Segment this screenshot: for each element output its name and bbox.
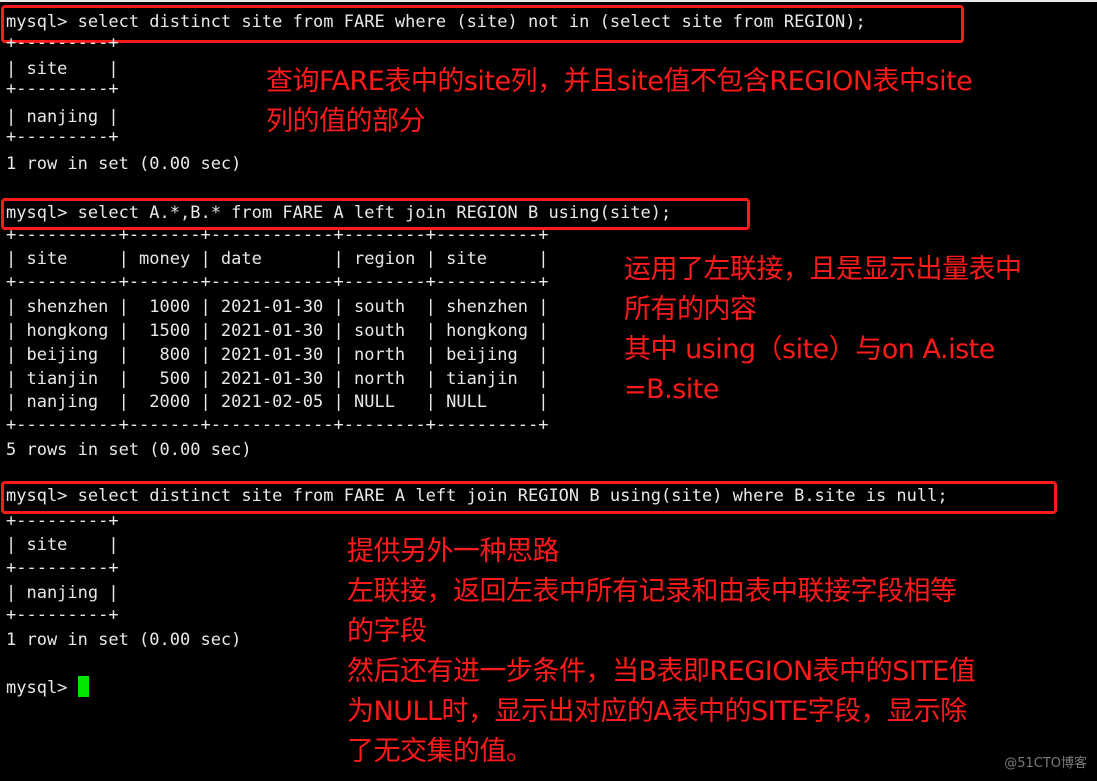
output-line: +---------+ <box>6 33 119 53</box>
output-line: +---------+ <box>6 605 119 625</box>
table-row: | nanjing | 2000 | 2021-02-05 | NULL | N… <box>6 392 549 412</box>
table-border: +----------+-------+------------+-------… <box>6 415 549 435</box>
watermark: @51CTO博客 <box>1004 756 1087 771</box>
annotation-query-1: 查询FARE表中的site列，并且site值不包含REGION表中site 列的… <box>266 66 973 137</box>
command-line-query-2: mysql> select A.*,B.* from FARE A left j… <box>6 203 672 223</box>
output-line: | site | <box>6 59 119 79</box>
output-line: +---------+ <box>6 127 119 147</box>
table-row: | tianjin | 500 | 2021-01-30 | north | t… <box>6 369 549 389</box>
result-summary: 5 rows in set (0.00 sec) <box>6 440 252 460</box>
text-cursor <box>77 676 89 697</box>
output-line: +---------+ <box>6 511 119 531</box>
command-prompt[interactable]: mysql> <box>6 676 89 700</box>
prompt-label: mysql> <box>6 678 78 698</box>
table-row: | beijing | 800 | 2021-01-30 | north | b… <box>6 345 549 365</box>
output-line: | nanjing | <box>6 107 119 127</box>
command-line-query-1: mysql> select distinct site from FARE wh… <box>6 12 866 32</box>
table-border: +----------+-------+------------+-------… <box>6 272 549 292</box>
command-line-query-3: mysql> select distinct site from FARE A … <box>6 486 948 506</box>
table-header-row: | site | money | date | region | site | <box>6 249 549 269</box>
table-row: | shenzhen | 1000 | 2021-01-30 | south |… <box>6 297 549 317</box>
annotation-query-2: 运用了左联接，且是显示出量表中 所有的内容 其中 using（site）与on … <box>624 254 1022 405</box>
terminal-window[interactable]: mysql> select distinct site from FARE wh… <box>0 2 1097 781</box>
output-line: | site | <box>6 535 119 555</box>
output-line: +---------+ <box>6 79 119 99</box>
output-line: +---------+ <box>6 558 119 578</box>
result-summary: 1 row in set (0.00 sec) <box>6 154 242 174</box>
table-border: +----------+-------+------------+-------… <box>6 225 549 245</box>
annotation-query-3: 提供另外一种思路 左联接，返回左表中所有记录和由表中联接字段相等 的字段 然后还… <box>347 536 976 767</box>
result-summary: 1 row in set (0.00 sec) <box>6 630 242 650</box>
table-row: | hongkong | 1500 | 2021-01-30 | south |… <box>6 321 549 341</box>
output-line: | nanjing | <box>6 583 119 603</box>
